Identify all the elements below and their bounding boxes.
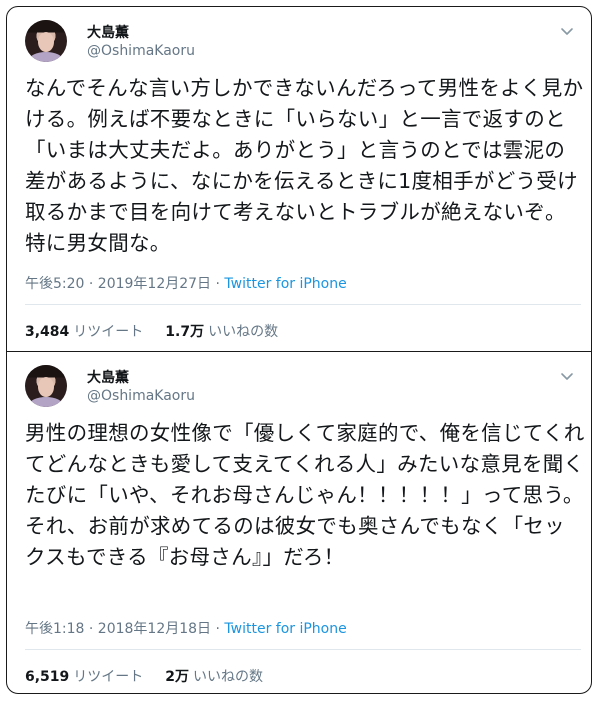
display-name[interactable]: 大島薫 — [87, 367, 129, 387]
retweet-stat[interactable]: 3,484 リツイート — [25, 324, 143, 340]
meta-separator: · — [211, 276, 225, 292]
tweet-timestamp[interactable]: 午後1:18 · 2018年12月18日 — [25, 621, 211, 637]
like-stat[interactable]: 2万 いいねの数 — [165, 669, 263, 685]
tweet-text: なんでそんな言い方しかできないんだろって男性をよく見かける。例えば不要なときに「… — [25, 76, 584, 255]
tweet-meta: 午後1:18 · 2018年12月18日 · Twitter for iPhon… — [25, 618, 347, 638]
avatar[interactable] — [25, 365, 67, 407]
avatar-face — [38, 32, 54, 52]
tweet-meta: 午後5:20 · 2019年12月27日 · Twitter for iPhon… — [25, 273, 347, 293]
avatar-shoulders — [29, 397, 63, 407]
avatar[interactable] — [25, 20, 67, 62]
user-handle[interactable]: @OshimaKaoru — [87, 388, 195, 404]
avatar-face — [38, 377, 54, 397]
chevron-down-icon[interactable] — [559, 23, 575, 39]
chevron-down-icon[interactable] — [559, 368, 575, 384]
tweet-screenshot-frame: 大島薫 @OshimaKaoru なんでそんな言い方しかできないんだろって男性を… — [6, 6, 592, 694]
user-handle[interactable]: @OshimaKaoru — [87, 43, 195, 59]
tweet-text: 男性の理想の女性像で「優しくて家庭的で、俺を信じてくれてどんなときも愛して支えて… — [25, 421, 585, 569]
tweet-timestamp[interactable]: 午後5:20 · 2019年12月27日 — [25, 276, 211, 292]
retweet-label: リツイート — [73, 669, 144, 685]
tweet-stats: 6,519 リツイート 2万 いいねの数 — [25, 666, 263, 686]
tweet-source-link[interactable]: Twitter for iPhone — [224, 621, 346, 637]
retweet-count: 3,484 — [25, 324, 70, 340]
like-label: いいねの数 — [208, 324, 279, 340]
like-count: 2万 — [165, 669, 190, 685]
divider — [25, 649, 581, 650]
avatar-shoulders — [29, 52, 63, 62]
like-stat[interactable]: 1.7万 いいねの数 — [165, 324, 278, 340]
tweet-source-link[interactable]: Twitter for iPhone — [224, 276, 346, 292]
tweet-card: 大島薫 @OshimaKaoru なんでそんな言い方しかできないんだろって男性を… — [7, 7, 591, 352]
meta-separator: · — [211, 621, 225, 637]
divider — [25, 304, 581, 305]
retweet-stat[interactable]: 6,519 リツイート — [25, 669, 143, 685]
like-label: いいねの数 — [193, 669, 264, 685]
retweet-count: 6,519 — [25, 669, 70, 685]
tweet-card: 大島薫 @OshimaKaoru 男性の理想の女性像で「優しくて家庭的で、俺を信… — [7, 352, 591, 693]
like-count: 1.7万 — [165, 324, 205, 340]
display-name[interactable]: 大島薫 — [87, 22, 129, 42]
tweet-stats: 3,484 リツイート 1.7万 いいねの数 — [25, 321, 278, 341]
retweet-label: リツイート — [73, 324, 144, 340]
